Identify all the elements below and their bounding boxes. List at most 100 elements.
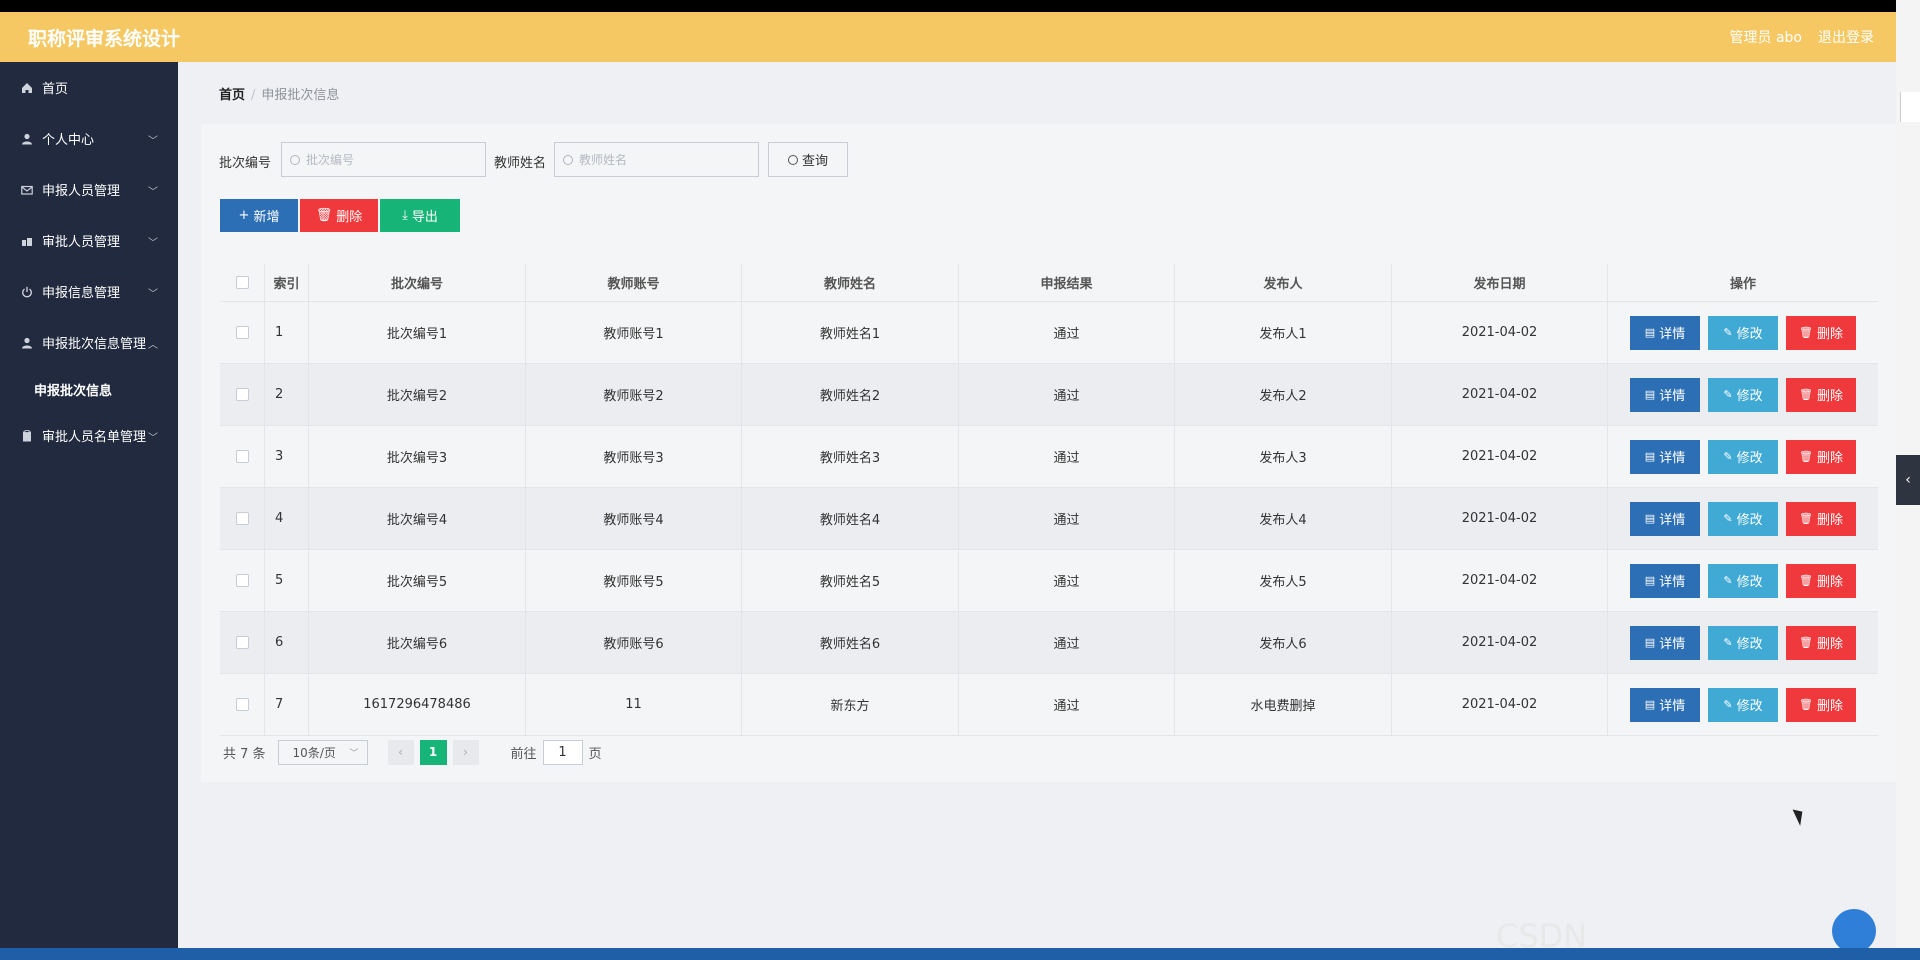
prev-page-button[interactable]: ‹ (387, 739, 414, 765)
sidebar-item-home[interactable]: 首页 (0, 62, 178, 113)
plus-icon: + (238, 208, 250, 223)
delete-button[interactable]: 🗑 删除 (1786, 377, 1856, 412)
edit-button[interactable]: ✎ 修改 (1708, 501, 1778, 536)
teacher-name-label: 教师姓名 (494, 156, 547, 171)
row-select-cell (220, 674, 265, 735)
page-number-current[interactable]: 1 (419, 739, 447, 765)
breadcrumb-home[interactable]: 首页 (219, 88, 245, 103)
trash-icon: 🗑 (1799, 512, 1813, 525)
edit-button[interactable]: ✎ 修改 (1708, 563, 1778, 598)
sidebar-subitem-batch-info[interactable]: 申报批次信息 (0, 368, 178, 410)
edit-button[interactable]: ✎ 修改 (1708, 687, 1778, 722)
pencil-icon: ✎ (1723, 512, 1733, 525)
goto-page-input[interactable]: 1 (542, 739, 583, 765)
row-checkbox[interactable] (235, 450, 249, 463)
teacher-account-cell: 教师账号2 (526, 364, 742, 425)
table-row: 7 1617296478486 11 新东方 通过 水电费删掉 2021-04-02 ▤ 详情 ✎… (220, 674, 1878, 736)
power-icon (20, 285, 34, 299)
people-icon (20, 234, 34, 248)
user-icon (20, 132, 34, 146)
floating-action-button[interactable] (1832, 909, 1876, 948)
edit-button-label: 修改 (1736, 451, 1763, 466)
header-publisher: 发布人 (1175, 264, 1392, 301)
sidebar-item-label: 申报人员管理 (42, 184, 121, 199)
teacher-name-cell: 教师姓名3 (742, 426, 959, 487)
date-cell: 2021-04-02 (1392, 674, 1608, 735)
edit-button[interactable]: ✎ 修改 (1708, 315, 1778, 350)
export-button[interactable]: ⤓ 导出 (380, 199, 460, 232)
edit-button[interactable]: ✎ 修改 (1708, 625, 1778, 660)
delete-button[interactable]: 🗑 删除 (1786, 687, 1856, 722)
batch-number-input[interactable]: 批次编号 (281, 142, 486, 177)
add-button[interactable]: + 新增 (220, 199, 298, 232)
trash-icon: 🗑 (1799, 698, 1813, 711)
sidebar-item-approver-list-management[interactable]: 审批人员名单管理 ﹀ (0, 410, 178, 461)
pagination: 共 7 条 10条/页 ﹀ ‹ 1 › 前往 1 页 (223, 739, 602, 765)
scrollbar-handle[interactable] (1900, 92, 1920, 122)
top-bar: 职称评审系统设计 管理员 abo 退出登录 (0, 12, 1896, 62)
detail-button[interactable]: ▤ 详情 (1630, 501, 1700, 536)
edit-button[interactable]: ✎ 修改 (1708, 439, 1778, 474)
batch-delete-button[interactable]: 🗑 删除 (300, 199, 378, 232)
side-panel-toggle[interactable]: ‹ (1896, 455, 1920, 505)
row-checkbox[interactable] (235, 574, 249, 587)
sidebar-item-applicant-management[interactable]: 申报人员管理 ﹀ (0, 164, 178, 215)
delete-button[interactable]: 🗑 删除 (1786, 315, 1856, 350)
teacher-name-input[interactable]: 教师姓名 (554, 142, 759, 177)
sidebar-item-batch-management[interactable]: 申报批次信息管理 ︿ (0, 317, 178, 368)
select-all-checkbox[interactable] (235, 276, 249, 289)
edit-button[interactable]: ✎ 修改 (1708, 377, 1778, 412)
detail-button[interactable]: ▤ 详情 (1630, 377, 1700, 412)
query-button[interactable]: 查询 (768, 142, 848, 177)
detail-button-label: 详情 (1659, 637, 1686, 652)
row-select-cell (220, 612, 265, 673)
edit-button-label: 修改 (1736, 575, 1763, 590)
detail-button-label: 详情 (1659, 389, 1686, 404)
edit-button-label: 修改 (1736, 637, 1763, 652)
detail-button[interactable]: ▤ 详情 (1630, 315, 1700, 350)
sidebar-item-personal-center[interactable]: 个人中心 ﹀ (0, 113, 178, 164)
row-select-cell (220, 364, 265, 425)
page-size-value: 10条/页 (292, 745, 336, 760)
document-icon: ▤ (1644, 450, 1656, 463)
publisher-cell: 发布人1 (1175, 302, 1392, 363)
header-actions: 操作 (1729, 277, 1756, 292)
user-name[interactable]: 管理员 abo (1730, 27, 1802, 47)
delete-button-label: 删除 (1816, 575, 1843, 590)
date-cell: 2021-04-02 (1392, 612, 1608, 673)
chevron-down-icon: ﹀ (148, 238, 158, 249)
row-checkbox[interactable] (235, 512, 249, 525)
sidebar-item-label: 首页 (42, 82, 69, 97)
batch-number-cell: 批次编号2 (309, 364, 526, 425)
page-size-select[interactable]: 10条/页 ﹀ (277, 739, 368, 765)
logout-link[interactable]: 退出登录 (1818, 27, 1874, 47)
sidebar-item-declaration-management[interactable]: 申报信息管理 ﹀ (0, 266, 178, 317)
sidebar-item-approver-management[interactable]: 审批人员管理 ﹀ (0, 215, 178, 266)
teacher-account-cell: 教师账号5 (526, 550, 742, 611)
header-date: 发布日期 (1392, 264, 1608, 301)
detail-button-label: 详情 (1659, 699, 1686, 714)
detail-button[interactable]: ▤ 详情 (1630, 439, 1700, 474)
delete-button[interactable]: 🗑 删除 (1786, 439, 1856, 474)
table-row: 5 批次编号5 教师账号5 教师姓名5 通过 发布人5 2021-04-02 ▤ 详情 ✎ 修改 🗑 删… (220, 550, 1878, 612)
search-icon (290, 154, 300, 165)
row-checkbox[interactable] (235, 698, 249, 711)
detail-button[interactable]: ▤ 详情 (1630, 687, 1700, 722)
row-select-cell (220, 302, 265, 363)
document-icon: ▤ (1644, 636, 1656, 649)
row-checkbox[interactable] (235, 326, 249, 339)
teacher-name-cell: 教师姓名5 (742, 550, 959, 611)
trash-icon: 🗑 (1799, 574, 1813, 587)
sidebar-item-label: 申报批次信息管理 (42, 337, 147, 352)
detail-button[interactable]: ▤ 详情 (1630, 563, 1700, 598)
row-checkbox[interactable] (235, 388, 249, 401)
row-actions-cell: ▤ 详情 ✎ 修改 🗑 删除 (1608, 488, 1878, 549)
detail-button[interactable]: ▤ 详情 (1630, 625, 1700, 660)
row-index: 7 (265, 674, 309, 735)
delete-button[interactable]: 🗑 删除 (1786, 501, 1856, 536)
delete-button[interactable]: 🗑 删除 (1786, 563, 1856, 598)
next-page-button[interactable]: › (452, 739, 479, 765)
row-checkbox[interactable] (235, 636, 249, 649)
teacher-account-cell: 教师账号1 (526, 302, 742, 363)
delete-button[interactable]: 🗑 删除 (1786, 625, 1856, 660)
